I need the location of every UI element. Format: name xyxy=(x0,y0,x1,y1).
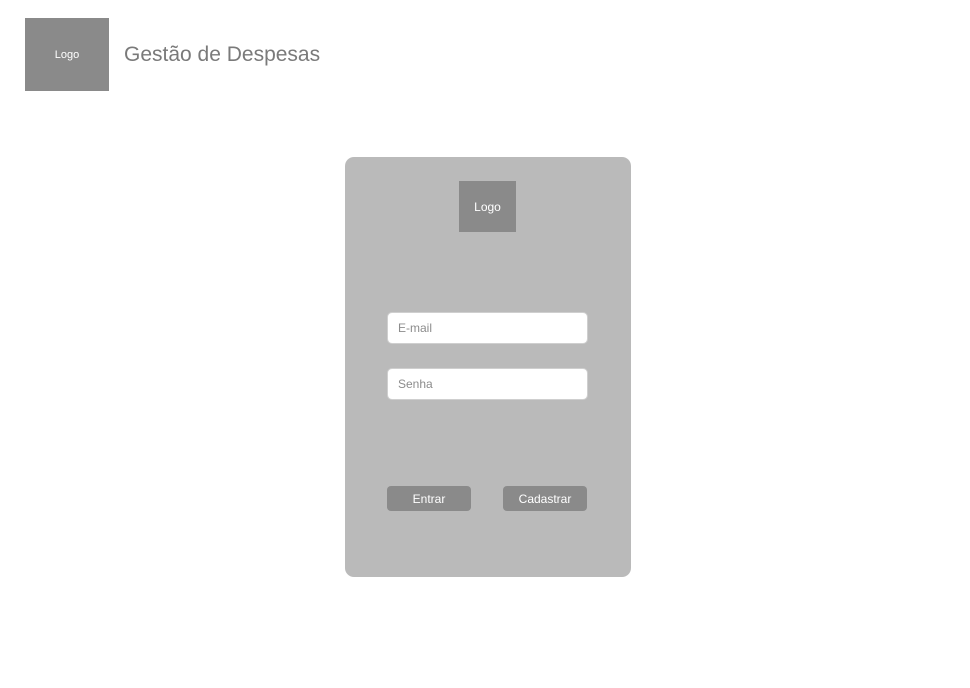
header-logo: Logo xyxy=(25,18,109,91)
card-logo-label: Logo xyxy=(474,199,501,214)
login-card: Logo Entrar Cadastrar xyxy=(345,157,631,577)
login-button[interactable]: Entrar xyxy=(387,486,471,511)
app-title: Gestão de Despesas xyxy=(124,43,321,66)
register-button[interactable]: Cadastrar xyxy=(503,486,587,511)
password-field[interactable] xyxy=(387,368,588,400)
card-logo: Logo xyxy=(459,181,516,232)
header-logo-label: Logo xyxy=(54,48,80,61)
email-field[interactable] xyxy=(387,312,588,344)
